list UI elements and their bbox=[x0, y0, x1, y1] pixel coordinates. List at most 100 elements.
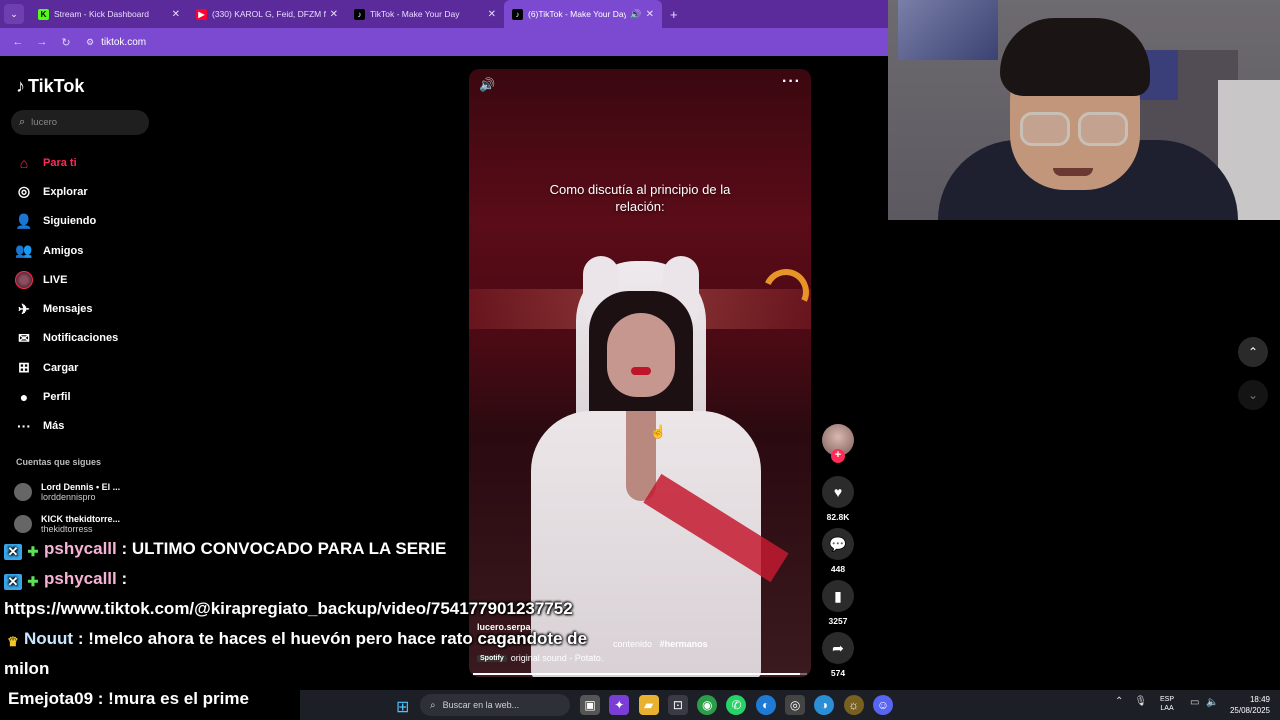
site-info-icon[interactable]: ⚙ bbox=[86, 37, 94, 48]
sidebar-item-label: Amigos bbox=[43, 244, 84, 257]
logo-text: TikTok bbox=[28, 76, 85, 96]
taskbar-search[interactable]: ⌕ Buscar en la web... bbox=[420, 694, 570, 716]
messages-icon: ✈ bbox=[18, 300, 30, 317]
tab-search-menu[interactable]: ⌄ bbox=[4, 4, 24, 24]
chrome-icon[interactable]: ◉ bbox=[697, 695, 718, 715]
heart-icon[interactable]: ♥ bbox=[822, 476, 854, 508]
chat-username: Emejota09 bbox=[8, 689, 94, 708]
windows-taskbar: ⊞ ⌕ Buscar en la web... ▣ ✦ ▰ ⊡ ◉ ✆ ◐ ◎ … bbox=[300, 690, 1280, 720]
sidebar-item-home[interactable]: ⌂ Para ti bbox=[14, 148, 118, 177]
network-icon[interactable]: ▭ bbox=[1190, 697, 1199, 708]
close-tab-icon[interactable]: ✕ bbox=[646, 9, 654, 20]
following-item[interactable]: Lord Dennis • El ... lorddennispro bbox=[14, 476, 120, 508]
chat-text: !melco ahora te haces el huevón pero hac… bbox=[88, 629, 588, 648]
reload-icon[interactable]: ↻ bbox=[56, 36, 76, 49]
mouse-cursor-icon: ☝ bbox=[650, 424, 667, 439]
like-action[interactable]: ♥ 82.8K bbox=[822, 476, 854, 522]
chat-text: !mura es el prime bbox=[108, 689, 249, 708]
store-icon[interactable]: ⊡ bbox=[667, 695, 688, 715]
copilot-icon[interactable]: ✦ bbox=[609, 695, 630, 715]
sidebar-item-label: Cargar bbox=[43, 361, 79, 374]
search-icon: ⌕ bbox=[19, 116, 26, 128]
tab-title: (6)TikTok - Make Your Day bbox=[528, 9, 627, 19]
gift-badge-icon: ✚ bbox=[27, 574, 39, 589]
browser-tab[interactable]: ♪ TikTok - Make Your Day ✕ bbox=[346, 0, 504, 28]
edge-icon[interactable]: ◐ bbox=[755, 695, 776, 715]
new-tab-icon[interactable]: + bbox=[670, 7, 678, 22]
address-bar: ← → ↻ ⚙ tiktok.com bbox=[0, 28, 888, 56]
language-indicator[interactable]: ESP LAA bbox=[1160, 695, 1174, 713]
browser-tab[interactable]: ▶ (330) KAROL G, Feid, DFZM ft. (✕ bbox=[188, 0, 346, 28]
sidebar-item-friends[interactable]: 👥 Amigos bbox=[14, 236, 118, 265]
chat-message: ♛ Nouut : !melco ahora te haces el huevón… bbox=[4, 624, 704, 654]
discord-icon[interactable]: ☺ bbox=[872, 695, 893, 715]
tab-audio-icon[interactable]: 🔊 bbox=[630, 9, 641, 20]
sidebar-item-compass[interactable]: ◎ Explorar bbox=[14, 177, 118, 206]
sidebar-item-following[interactable]: 👤 Siguiendo bbox=[14, 207, 118, 236]
volume-icon[interactable]: 🔈 bbox=[1206, 697, 1218, 708]
tray-chevron-icon[interactable]: ⌃ bbox=[1115, 696, 1123, 707]
sidebar-item-label: LIVE bbox=[43, 273, 68, 286]
browser-tab-strip: ⌄ K Stream - Kick Dashboard ✕ ▶ (330) KAROL … bbox=[0, 0, 888, 28]
next-video-button[interactable]: ⌄ bbox=[1238, 380, 1268, 410]
comment-icon[interactable]: 💬 bbox=[822, 528, 854, 560]
search-input[interactable] bbox=[31, 117, 132, 128]
avatar bbox=[14, 515, 32, 533]
volume-icon[interactable]: 🔊 bbox=[479, 77, 495, 93]
task-view-icon[interactable]: ▣ bbox=[580, 695, 600, 715]
windows-start-icon[interactable]: ⊞ bbox=[396, 697, 409, 717]
close-tab-icon[interactable]: ✕ bbox=[330, 9, 338, 20]
share-action[interactable]: ➦ 574 bbox=[822, 632, 854, 678]
save-count: 3257 bbox=[828, 616, 848, 626]
app-icon[interactable]: ☼ bbox=[843, 695, 864, 715]
save-action[interactable]: ▮ 3257 bbox=[822, 580, 854, 626]
whatsapp-icon[interactable]: ✆ bbox=[726, 695, 747, 715]
obs-icon[interactable]: ◎ bbox=[785, 695, 806, 715]
more-options-icon[interactable]: ··· bbox=[782, 73, 801, 91]
compass-icon: ◎ bbox=[17, 183, 31, 200]
tiktok-note-icon: ♪ bbox=[16, 76, 25, 96]
friends-icon: 👥 bbox=[15, 242, 33, 259]
account-name: Lord Dennis • El ... bbox=[41, 481, 121, 492]
account-handle: lorddennispro bbox=[41, 492, 96, 502]
stream-chat-overlay: ✕ ✚ pshycalll : ULTIMO CONVOCADO PARA LA S… bbox=[4, 534, 704, 684]
search-box: ⌕ bbox=[11, 110, 149, 135]
sidebar-item-more[interactable]: ··· Más bbox=[14, 412, 118, 441]
comment-action[interactable]: 💬 448 bbox=[822, 528, 854, 574]
avatar bbox=[14, 483, 32, 501]
clock-date: 25/08/2025 bbox=[1229, 706, 1270, 715]
url-field[interactable]: ⚙ tiktok.com bbox=[86, 37, 146, 48]
sidebar-item-profile[interactable]: ● Perfil bbox=[14, 382, 118, 411]
tiktok-logo[interactable]: ♪ TikTok bbox=[16, 76, 84, 97]
forward-icon[interactable]: → bbox=[32, 36, 52, 48]
close-tab-icon[interactable]: ✕ bbox=[488, 9, 496, 20]
browser-tab[interactable]: ♪ (6)TikTok - Make Your Day 🔊 ✕ bbox=[504, 0, 662, 28]
sidebar-item-live[interactable]: LIVE bbox=[14, 265, 118, 294]
tab-favicon-icon: ♪ bbox=[512, 8, 523, 20]
follow-plus-icon[interactable]: + bbox=[831, 449, 845, 463]
clock[interactable]: 18:49 25/08/2025 bbox=[1220, 694, 1270, 716]
browser-icon[interactable]: ◑ bbox=[814, 695, 835, 715]
sidebar-item-upload[interactable]: ⊞ Cargar bbox=[14, 353, 118, 382]
back-icon[interactable]: ← bbox=[8, 36, 28, 48]
account-name: KICK thekidtorre... bbox=[41, 513, 121, 524]
sidebar-item-label: Explorar bbox=[43, 185, 88, 198]
sidebar-item-label: Siguiendo bbox=[43, 215, 97, 228]
chat-text: milon bbox=[4, 659, 50, 678]
following-list: Lord Dennis • El ... lorddennispro KICK th… bbox=[14, 476, 120, 540]
chat-message: https://www.tiktok.com/@kirapregiato_bac… bbox=[4, 594, 704, 624]
bookmark-icon[interactable]: ▮ bbox=[822, 580, 854, 612]
previous-video-button[interactable]: ⌃ bbox=[1238, 337, 1268, 367]
microphone-icon[interactable]: 🎙 bbox=[1134, 696, 1147, 707]
sidebar-item-notifications[interactable]: ✉ Notificaciones bbox=[14, 324, 118, 353]
like-count: 82.8K bbox=[826, 512, 850, 522]
kick-badge-icon: ✕ bbox=[4, 574, 22, 590]
sidebar-item-messages[interactable]: ✈ Mensajes bbox=[14, 294, 118, 323]
browser-tab[interactable]: K Stream - Kick Dashboard ✕ bbox=[30, 0, 188, 28]
chat-message: milon bbox=[4, 654, 704, 684]
file-explorer-icon[interactable]: ▰ bbox=[638, 695, 659, 715]
close-tab-icon[interactable]: ✕ bbox=[172, 9, 180, 20]
chevron-down-icon: ⌄ bbox=[1247, 388, 1259, 402]
tab-title: Stream - Kick Dashboard bbox=[54, 9, 149, 19]
share-icon[interactable]: ➦ bbox=[822, 632, 854, 664]
